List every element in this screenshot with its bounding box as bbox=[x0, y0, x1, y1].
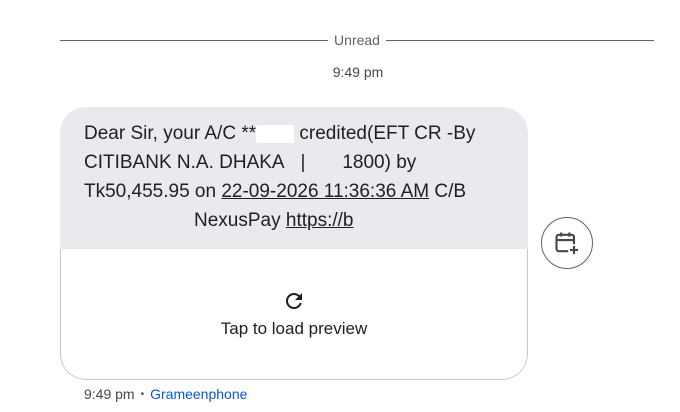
line2-end: 1800) by bbox=[342, 152, 417, 173]
redacted-segment bbox=[256, 124, 295, 143]
add-to-calendar-button[interactable] bbox=[541, 217, 593, 269]
line1-end: credited(EFT CR -By bbox=[299, 123, 476, 144]
footer-separator: • bbox=[140, 388, 145, 400]
message-line-2: CITIBANK N.A. DHAKA | 1800) by bbox=[84, 148, 504, 177]
footer-time: 9:49 pm bbox=[84, 386, 135, 402]
load-preview-label[interactable]: Tap to load preview bbox=[221, 319, 367, 339]
message-body[interactable]: Dear Sir, your A/C ** credited(EFT CR -B… bbox=[60, 107, 528, 249]
thread-timestamp: 9:49 pm bbox=[332, 64, 384, 80]
line4-mid: NexusPay bbox=[194, 210, 286, 231]
date-link[interactable]: 22-09-2026 11:36:36 AM bbox=[221, 181, 429, 202]
message-footer: 9:49 pm • Grameenphone bbox=[84, 386, 247, 402]
link-preview[interactable]: Tap to load preview bbox=[60, 249, 528, 380]
redacted-segment-2 bbox=[84, 211, 194, 230]
refresh-icon bbox=[285, 292, 302, 309]
line2-bar: | bbox=[300, 152, 306, 173]
message-bubble[interactable]: Dear Sir, your A/C ** credited(EFT CR -B… bbox=[60, 107, 528, 380]
url-link[interactable]: https://b bbox=[286, 210, 354, 231]
line3-end: C/B bbox=[429, 181, 467, 202]
carrier-label[interactable]: Grameenphone bbox=[150, 386, 247, 402]
divider-line-left bbox=[60, 39, 329, 41]
unread-label: Unread bbox=[334, 32, 380, 48]
calendar-add-icon bbox=[555, 232, 580, 256]
line2-start: CITIBANK N.A. DHAKA bbox=[84, 152, 285, 173]
line3-amount: Tk50,455.95 on bbox=[84, 181, 222, 202]
message-line-4: NexusPay https://b bbox=[84, 206, 504, 235]
unread-divider: Unread bbox=[60, 32, 655, 48]
line1-start: Dear Sir, your A/C ** bbox=[84, 123, 257, 144]
message-line-1: Dear Sir, your A/C ** credited(EFT CR -B… bbox=[84, 119, 504, 148]
message-line-3: Tk50,455.95 on 22-09-2026 11:36:36 AM C/… bbox=[84, 177, 504, 206]
divider-line-right bbox=[385, 39, 655, 41]
